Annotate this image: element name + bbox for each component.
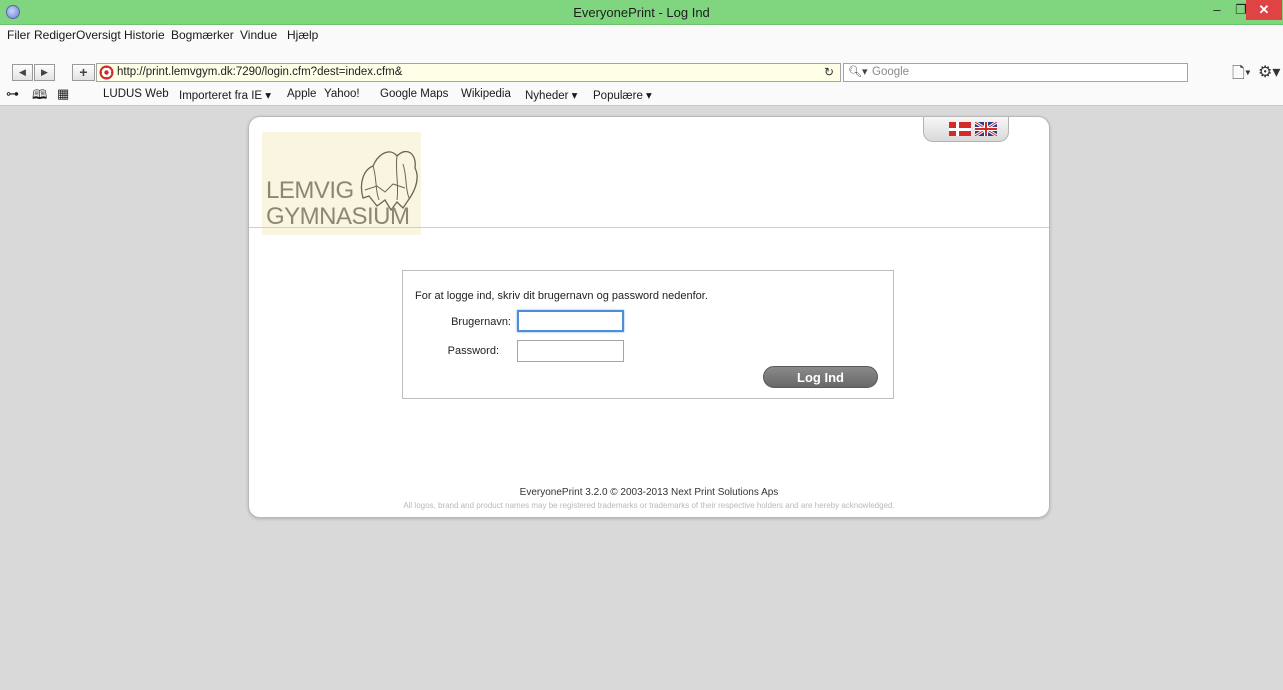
menu-bogmaerker[interactable]: Bogmærker [171, 28, 234, 42]
header-divider [249, 227, 1049, 228]
bookmarks-bar: ⊶ 🕮 ▦ LUDUS Web Importeret fra IE ▾ Appl… [0, 85, 1283, 106]
close-button[interactable]: ✕ [1246, 0, 1282, 20]
username-label: Brugernavn: [451, 316, 511, 328]
reload-icon[interactable]: ↻ [824, 65, 834, 79]
bookmark-google-maps[interactable]: Google Maps [380, 88, 448, 100]
menu-oversigt[interactable]: Oversigt [76, 28, 121, 42]
add-bookmark-button[interactable]: + [72, 64, 95, 81]
bookmark-populaere[interactable]: Populære ▾ [593, 88, 652, 102]
minimize-button[interactable]: – [1205, 0, 1229, 20]
footer-copyright: EveryonePrint 3.2.0 © 2003-2013 Next Pri… [519, 487, 779, 498]
navigation-toolbar: ◀ ▶ + http://print.lemvgym.dk:7290/login… [0, 45, 1283, 85]
menu-rediger[interactable]: Rediger [34, 28, 76, 42]
uk-flag-icon[interactable] [975, 122, 997, 136]
grid-icon[interactable]: ▦ [57, 86, 69, 102]
bookmark-apple[interactable]: Apple [287, 88, 316, 100]
window-title: EveryonePrint - Log Ind [573, 5, 710, 20]
language-selector [923, 117, 1009, 142]
bookmark-wikipedia[interactable]: Wikipedia [461, 88, 511, 100]
footer-trademark: All logos, brand and product names may b… [403, 501, 895, 510]
login-button[interactable]: Log Ind [763, 366, 878, 388]
search-field[interactable]: 🔍︎▾ Google [843, 63, 1188, 82]
menu-hjaelp[interactable]: Hjælp [287, 28, 318, 42]
login-instructions: For at logge ind, skriv dit brugernavn o… [415, 290, 708, 302]
menu-filer[interactable]: Filer [7, 28, 30, 42]
search-placeholder: Google [872, 66, 910, 78]
menu-vindue[interactable]: Vindue [240, 28, 277, 42]
login-form: For at logge ind, skriv dit brugernavn o… [402, 270, 894, 399]
bookmark-ludus[interactable]: LUDUS Web [103, 88, 169, 100]
bookmark-importeret[interactable]: Importeret fra IE ▾ [179, 88, 271, 102]
buildings-logo-icon [360, 151, 418, 212]
url-text[interactable]: http://print.lemvgym.dk:7290/login.cfm?d… [117, 66, 402, 78]
password-field[interactable] [517, 340, 624, 362]
bookmark-yahoo[interactable]: Yahoo! [324, 88, 360, 100]
address-bar[interactable]: http://print.lemvgym.dk:7290/login.cfm?d… [96, 63, 841, 82]
logo-line-1: LEMVIG [266, 177, 354, 204]
window-titlebar: EveryonePrint - Log Ind – ❐ ✕ [0, 0, 1283, 25]
menu-historie[interactable]: Historie [124, 28, 165, 42]
school-logo: LEMVIG GYMNASIUM [262, 132, 421, 235]
gear-icon[interactable]: ⚙▾ [1258, 62, 1280, 82]
login-panel: LEMVIG GYMNASIUM For at logge ind, skriv… [248, 116, 1050, 518]
menu-bar: Filer Rediger Oversigt Historie Bogmærke… [0, 25, 1283, 45]
back-button[interactable]: ◀ [12, 64, 33, 81]
bookmark-nyheder[interactable]: Nyheder ▾ [525, 88, 577, 102]
forward-button[interactable]: ▶ [34, 64, 55, 81]
username-field[interactable] [517, 310, 624, 332]
reader-glasses-icon[interactable]: ⊶ [6, 86, 19, 102]
danish-flag-icon[interactable] [949, 122, 971, 136]
site-icon [99, 65, 114, 80]
search-icon[interactable]: 🔍︎▾ [848, 65, 868, 78]
book-icon[interactable]: 🕮 [32, 86, 47, 108]
password-label: Password: [447, 345, 499, 357]
